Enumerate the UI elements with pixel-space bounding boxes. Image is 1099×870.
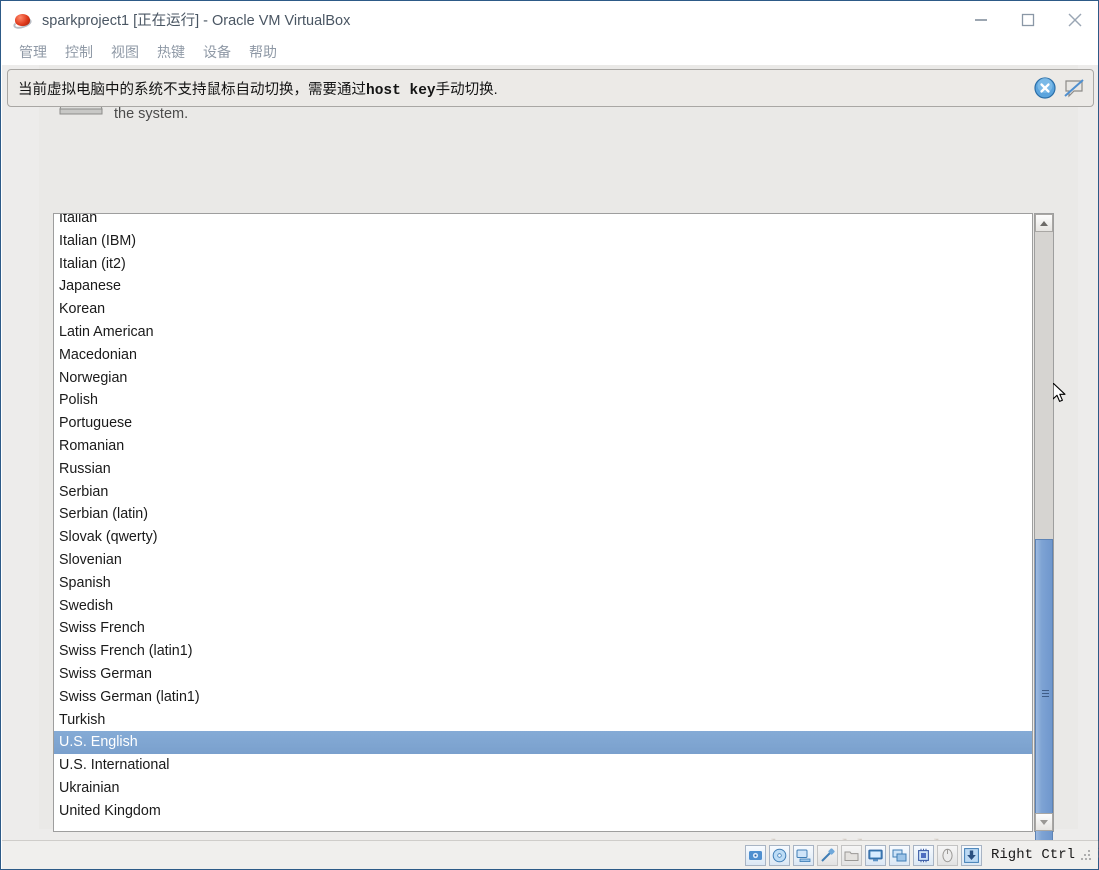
keyboard-layout-item[interactable]: Spanish	[54, 572, 1032, 595]
keyboard-layout-item[interactable]: Swiss German	[54, 663, 1032, 686]
scroll-up-arrow-icon[interactable]	[1035, 214, 1053, 232]
message-text-after: 手动切换.	[435, 81, 498, 98]
shared-folder-icon[interactable]	[840, 844, 862, 866]
keyboard-layout-item[interactable]: Romanian	[54, 435, 1032, 458]
keyboard-layout-item[interactable]: Russian	[54, 458, 1032, 481]
message-bar-text: 当前虚拟电脑中的系统不支持鼠标自动切换，需要通过host key手动切换.	[18, 78, 498, 99]
keyboard-layout-item[interactable]: Slovak (qwerty)	[54, 526, 1032, 549]
keyboard-layout-list[interactable]: Italian Italian (IBM) Italian (it2) Japanes…	[53, 213, 1033, 832]
menu-item-hotkey[interactable]: 热键	[148, 40, 194, 64]
keyboard-layout-list-inner: Italian Italian (IBM) Italian (it2) Japanes…	[54, 214, 1032, 823]
keyboard-layout-item[interactable]: Portuguese	[54, 412, 1032, 435]
menu-item-manage[interactable]: 管理	[10, 40, 56, 64]
scrollbar-thumb[interactable]	[1035, 539, 1053, 840]
installer-page: R Select the appropriate keyboard for th…	[2, 65, 1098, 840]
remote-desktop-icon[interactable]	[888, 844, 910, 866]
keyboard-layout-item[interactable]: Swiss French (latin1)	[54, 640, 1032, 663]
keyboard-layout-item[interactable]: United Kingdom	[54, 800, 1032, 823]
mouse-pointer	[1052, 382, 1067, 405]
keyboard-layout-item[interactable]: Swedish	[54, 595, 1032, 618]
message-text-hostkey: host key	[366, 82, 436, 99]
scroll-down-arrow-icon[interactable]	[1035, 813, 1053, 831]
menu-item-help[interactable]: 帮助	[240, 40, 286, 64]
keyboard-layout-item[interactable]: Serbian	[54, 481, 1032, 504]
virtualbox-icon	[12, 10, 33, 31]
keyboard-layout-item[interactable]: U.S. English	[54, 731, 1032, 755]
minimize-button[interactable]	[957, 1, 1004, 38]
display-icon[interactable]	[864, 844, 886, 866]
message-bar-actions	[1034, 77, 1093, 99]
scrollbar-grip-icon	[1042, 689, 1049, 697]
keyboard-layout-item[interactable]: Swiss French	[54, 617, 1032, 640]
keyboard-layout-item[interactable]: Italian (IBM)	[54, 230, 1032, 253]
virtualbox-window: sparkproject1 [正在运行] - Oracle VM Virtual…	[0, 0, 1099, 870]
host-key-icon[interactable]	[960, 844, 982, 866]
keyboard-layout-item[interactable]: Norwegian	[54, 367, 1032, 390]
keyboard-list-scrollbar[interactable]	[1034, 213, 1054, 840]
virtualbox-status-bar: Right Ctrl	[2, 840, 1098, 869]
menu-bar: 管理 控制 视图 热键 设备 帮助	[1, 38, 1098, 65]
hard-disk-icon[interactable]	[744, 844, 766, 866]
keyboard-layout-item[interactable]: Serbian (latin)	[54, 503, 1032, 526]
no-notification-icon[interactable]	[1062, 77, 1086, 99]
usb-icon[interactable]	[816, 844, 838, 866]
mouse-integration-message-bar: 当前虚拟电脑中的系统不支持鼠标自动切换，需要通过host key手动切换.	[7, 69, 1094, 107]
message-text-before: 当前虚拟电脑中的系统不支持鼠标自动切换，需要通过	[18, 81, 366, 98]
window-title: sparkproject1 [正在运行] - Oracle VM Virtual…	[42, 13, 351, 29]
window-controls	[957, 1, 1098, 38]
close-button[interactable]	[1051, 1, 1098, 38]
keyboard-layout-item[interactable]: Slovenian	[54, 549, 1032, 572]
scrollbar-track[interactable]	[1035, 232, 1053, 840]
keyboard-layout-item[interactable]: U.S. International	[54, 754, 1032, 777]
mouse-icon[interactable]	[936, 844, 958, 866]
cpu-icon[interactable]	[912, 844, 934, 866]
keyboard-layout-item[interactable]: Ukrainian	[54, 777, 1032, 800]
resize-grip-icon[interactable]	[1081, 849, 1092, 861]
keyboard-layout-item[interactable]: Japanese	[54, 275, 1032, 298]
vm-display[interactable]: R Select the appropriate keyboard for th…	[2, 65, 1098, 840]
close-circle-icon[interactable]	[1034, 77, 1056, 99]
keyboard-layout-item[interactable]: Swiss German (latin1)	[54, 686, 1032, 709]
keyboard-layout-item[interactable]: Macedonian	[54, 344, 1032, 367]
keyboard-layout-item[interactable]: Italian (it2)	[54, 253, 1032, 276]
menu-item-view[interactable]: 视图	[102, 40, 148, 64]
host-key-label: Right Ctrl	[990, 847, 1075, 863]
optical-disk-icon[interactable]	[768, 844, 790, 866]
keyboard-layout-item[interactable]: Turkish	[54, 709, 1032, 732]
menu-item-devices[interactable]: 设备	[194, 40, 240, 64]
keyboard-layout-item[interactable]: Latin American	[54, 321, 1032, 344]
network-icon[interactable]	[792, 844, 814, 866]
title-bar: sparkproject1 [正在运行] - Oracle VM Virtual…	[1, 1, 1098, 38]
maximize-button[interactable]	[1004, 1, 1051, 38]
keyboard-layout-item[interactable]: Italian	[54, 214, 1032, 230]
menu-item-control[interactable]: 控制	[56, 40, 102, 64]
keyboard-layout-item[interactable]: Korean	[54, 298, 1032, 321]
keyboard-layout-item[interactable]: Polish	[54, 389, 1032, 412]
